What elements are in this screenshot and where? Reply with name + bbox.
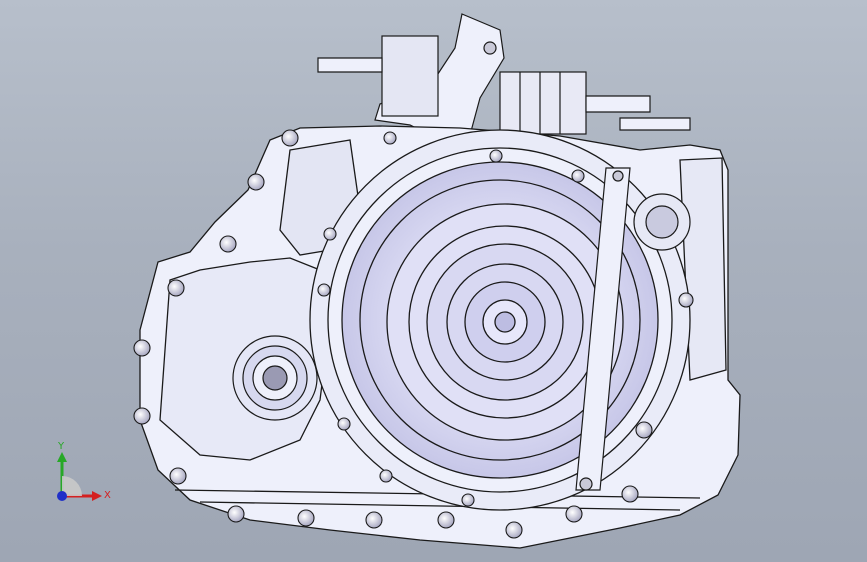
transmission-model[interactable] [0,0,867,562]
x-axis-label: X [104,490,111,501]
y-axis-arrowhead [57,452,67,462]
bell-flange [309,129,691,511]
z-axis-dot [57,491,67,501]
coordinate-triad: Y X [48,440,118,510]
graphics-viewport[interactable]: Y X [0,0,867,562]
y-axis-label: Y [58,441,65,452]
top-bracket [317,13,691,141]
x-axis-arrowhead [92,491,102,501]
